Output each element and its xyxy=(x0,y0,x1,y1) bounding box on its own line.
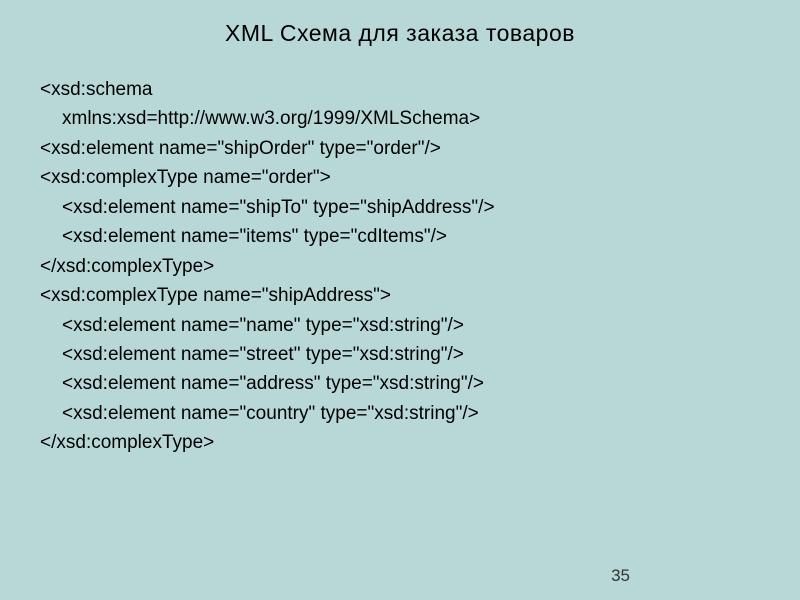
code-line: <xsd:complexType name="shipAddress"> xyxy=(40,281,760,310)
page-number: 35 xyxy=(611,566,630,586)
code-line: </xsd:complexType> xyxy=(40,252,760,281)
code-line: <xsd:schema xyxy=(40,75,760,104)
code-line: </xsd:complexType> xyxy=(40,428,760,457)
code-block: <xsd:schema xmlns:xsd=http://www.w3.org/… xyxy=(40,75,760,458)
code-line: <xsd:element name="name" type="xsd:strin… xyxy=(40,311,760,340)
code-line: <xsd:element name="items" type="cdItems"… xyxy=(40,222,760,251)
code-line: <xsd:element name="street" type="xsd:str… xyxy=(40,340,760,369)
code-line: <xsd:element name="shipOrder" type="orde… xyxy=(40,134,760,163)
code-line: <xsd:complexType name="order"> xyxy=(40,163,760,192)
code-line: xmlns:xsd=http://www.w3.org/1999/XMLSche… xyxy=(40,104,760,133)
code-line: <xsd:element name="country" type="xsd:st… xyxy=(40,399,760,428)
code-line: <xsd:element name="shipTo" type="shipAdd… xyxy=(40,193,760,222)
slide-title: XML Схема для заказа товаров xyxy=(40,20,760,47)
code-line: <xsd:element name="address" type="xsd:st… xyxy=(40,369,760,398)
